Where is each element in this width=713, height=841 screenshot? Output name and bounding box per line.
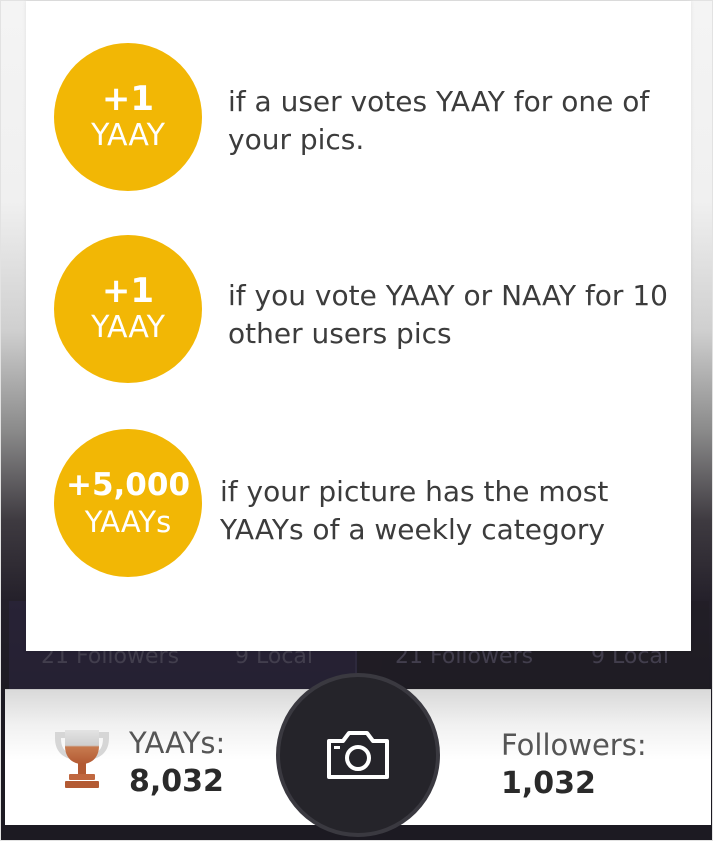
- badge-unit: YAAY: [91, 310, 165, 345]
- reward-description: if your picture has the most YAAYs of a …: [220, 475, 609, 546]
- followers-label: Followers:: [501, 728, 647, 762]
- reward-description: if a user votes YAAY for one of your pic…: [228, 85, 650, 156]
- yaays-label: YAAYs:: [129, 726, 226, 760]
- camera-button[interactable]: [276, 673, 440, 837]
- reward-row: +1 YAAY if a user votes YAAY for one of …: [26, 43, 691, 193]
- camera-icon: [327, 731, 389, 779]
- badge-amount: +1: [101, 79, 155, 119]
- followers-count: 1,032: [501, 766, 596, 801]
- badge-amount: +1: [101, 271, 155, 311]
- reward-badge: +1 YAAY: [54, 235, 202, 383]
- badge-unit: YAAY: [91, 118, 165, 153]
- reward-badge: +5,000 YAAYs: [54, 429, 202, 577]
- reward-badge: +1 YAAY: [54, 43, 202, 191]
- reward-row: +1 YAAY if you vote YAAY or NAAY for 10 …: [26, 235, 691, 385]
- reward-description: if you vote YAAY or NAAY for 10 other us…: [228, 279, 668, 350]
- rewards-info-panel: +1 YAAY if a user votes YAAY for one of …: [26, 1, 691, 651]
- reward-row: +5,000 YAAYs if your picture has the mos…: [26, 429, 691, 579]
- trophy-icon: [55, 730, 109, 788]
- yaays-count: 8,032: [129, 764, 224, 799]
- app-screen: 21 Followers 9 Local 21 Followers 9 Loca…: [0, 0, 713, 841]
- badge-amount: +5,000: [65, 467, 191, 503]
- badge-unit: YAAYs: [84, 505, 172, 539]
